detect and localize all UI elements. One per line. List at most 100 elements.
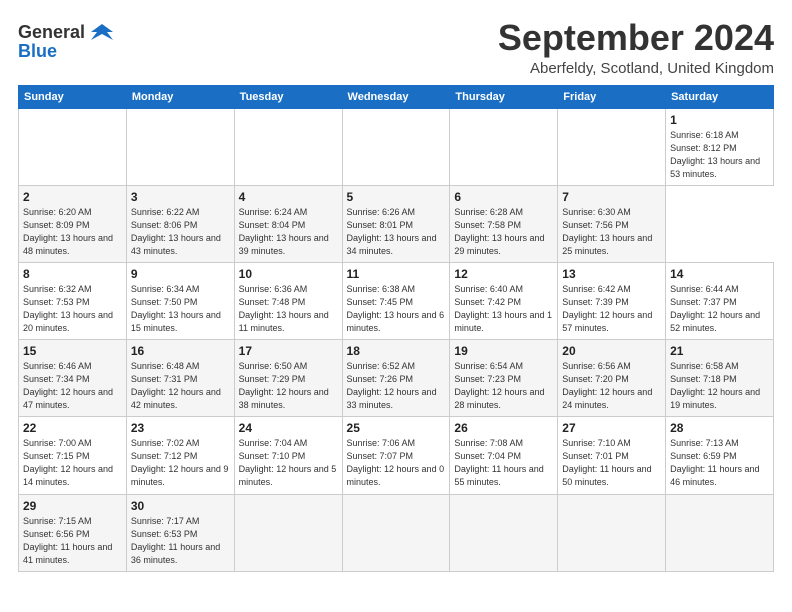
location: Aberfeldy, Scotland, United Kingdom	[498, 60, 774, 77]
table-row: 6Sunrise: 6:28 AMSunset: 7:58 PMDaylight…	[450, 185, 558, 262]
day-info: Sunrise: 7:06 AMSunset: 7:07 PMDaylight:…	[347, 437, 446, 489]
table-row	[558, 108, 666, 185]
table-row	[558, 494, 666, 571]
day-info: Sunrise: 7:08 AMSunset: 7:04 PMDaylight:…	[454, 437, 553, 489]
table-row: 4 Sunrise: 6:24 AMSunset: 8:04 PMDaylight…	[234, 185, 342, 262]
day-number: 8	[23, 267, 122, 281]
day-info: Sunrise: 6:38 AMSunset: 7:45 PMDaylight:…	[347, 283, 446, 335]
day-number: 6	[454, 190, 553, 204]
day-info: Sunrise: 6:30 AMSunset: 7:56 PMDaylight:…	[562, 206, 661, 258]
table-row: 17 Sunrise: 6:50 AMSunset: 7:29 PMDayligh…	[234, 340, 342, 417]
table-row	[126, 108, 234, 185]
table-row: 30 Sunrise: 7:17 AMSunset: 6:53 PMDayligh…	[126, 494, 234, 571]
day-number: 12	[454, 267, 553, 281]
day-info: Sunrise: 7:02 AMSunset: 7:12 PMDaylight:…	[131, 437, 230, 489]
day-number: 18	[347, 344, 446, 358]
day-number: 17	[239, 344, 338, 358]
day-number: 23	[131, 421, 230, 435]
table-row: 28 Sunrise: 7:13 AMSunset: 6:59 PMDayligh…	[666, 417, 774, 494]
day-number: 22	[23, 421, 122, 435]
day-number: 14	[670, 267, 769, 281]
logo-text-blue: Blue	[18, 42, 113, 62]
day-number: 15	[23, 344, 122, 358]
col-thursday: Thursday	[450, 85, 558, 108]
col-wednesday: Wednesday	[342, 85, 450, 108]
table-row: 8 Sunrise: 6:32 AMSunset: 7:53 PMDaylight…	[19, 262, 127, 339]
col-sunday: Sunday	[19, 85, 127, 108]
table-row: 20 Sunrise: 6:56 AMSunset: 7:20 PMDayligh…	[558, 340, 666, 417]
day-number: 25	[347, 421, 446, 435]
table-row	[234, 108, 342, 185]
month-title: September 2024	[498, 18, 774, 58]
day-info: Sunrise: 6:54 AMSunset: 7:23 PMDaylight:…	[454, 360, 553, 412]
day-number: 19	[454, 344, 553, 358]
day-info: Sunrise: 6:56 AMSunset: 7:20 PMDaylight:…	[562, 360, 661, 412]
table-row: 21Sunrise: 6:58 AMSunset: 7:18 PMDayligh…	[666, 340, 774, 417]
day-number: 20	[562, 344, 661, 358]
day-number: 9	[131, 267, 230, 281]
day-info: Sunrise: 6:42 AMSunset: 7:39 PMDaylight:…	[562, 283, 661, 335]
table-row: 1Sunrise: 6:18 AMSunset: 8:12 PMDaylight…	[666, 108, 774, 185]
table-row: 14Sunrise: 6:44 AMSunset: 7:37 PMDayligh…	[666, 262, 774, 339]
day-number: 28	[670, 421, 769, 435]
day-number: 13	[562, 267, 661, 281]
table-row: 3 Sunrise: 6:22 AMSunset: 8:06 PMDaylight…	[126, 185, 234, 262]
calendar-page: General Blue September 2024 Aberfeldy, S…	[0, 0, 792, 612]
day-info: Sunrise: 6:22 AMSunset: 8:06 PMDaylight:…	[131, 206, 230, 258]
table-row: 29 Sunrise: 7:15 AMSunset: 6:56 PMDayligh…	[19, 494, 127, 571]
table-row	[666, 494, 774, 571]
table-row	[19, 108, 127, 185]
day-info: Sunrise: 6:20 AMSunset: 8:09 PMDaylight:…	[23, 206, 122, 258]
col-tuesday: Tuesday	[234, 85, 342, 108]
table-row: 16Sunrise: 6:48 AMSunset: 7:31 PMDayligh…	[126, 340, 234, 417]
day-info: Sunrise: 6:24 AMSunset: 8:04 PMDaylight:…	[239, 206, 338, 258]
table-row	[234, 494, 342, 571]
table-row: 23 Sunrise: 7:02 AMSunset: 7:12 PMDayligh…	[126, 417, 234, 494]
table-row: 24Sunrise: 7:04 AMSunset: 7:10 PMDayligh…	[234, 417, 342, 494]
table-row: 2Sunrise: 6:20 AMSunset: 8:09 PMDaylight…	[19, 185, 127, 262]
table-row: 18 Sunrise: 6:52 AMSunset: 7:26 PMDayligh…	[342, 340, 450, 417]
calendar-week-row: 22Sunrise: 7:00 AMSunset: 7:15 PMDayligh…	[19, 417, 774, 494]
col-monday: Monday	[126, 85, 234, 108]
table-row: 5Sunrise: 6:26 AMSunset: 8:01 PMDaylight…	[342, 185, 450, 262]
table-row: 7 Sunrise: 6:30 AMSunset: 7:56 PMDaylight…	[558, 185, 666, 262]
day-number: 29	[23, 499, 122, 513]
calendar-week-row: 15 Sunrise: 6:46 AMSunset: 7:34 PMDayligh…	[19, 340, 774, 417]
day-number: 11	[347, 267, 446, 281]
table-row	[450, 108, 558, 185]
logo-text-general: General	[18, 22, 85, 42]
col-friday: Friday	[558, 85, 666, 108]
day-number: 16	[131, 344, 230, 358]
table-row	[342, 108, 450, 185]
day-info: Sunrise: 6:36 AMSunset: 7:48 PMDaylight:…	[239, 283, 338, 335]
day-number: 30	[131, 499, 230, 513]
table-row	[450, 494, 558, 571]
day-number: 5	[347, 190, 446, 204]
day-number: 7	[562, 190, 661, 204]
logo: General Blue	[18, 22, 113, 62]
day-number: 3	[131, 190, 230, 204]
day-info: Sunrise: 6:32 AMSunset: 7:53 PMDaylight:…	[23, 283, 122, 335]
day-info: Sunrise: 6:50 AMSunset: 7:29 PMDaylight:…	[239, 360, 338, 412]
table-row: 15 Sunrise: 6:46 AMSunset: 7:34 PMDayligh…	[19, 340, 127, 417]
day-number: 24	[239, 421, 338, 435]
table-row: 9 Sunrise: 6:34 AMSunset: 7:50 PMDaylight…	[126, 262, 234, 339]
calendar-week-row: 29 Sunrise: 7:15 AMSunset: 6:56 PMDayligh…	[19, 494, 774, 571]
table-row: 11 Sunrise: 6:38 AMSunset: 7:45 PMDayligh…	[342, 262, 450, 339]
table-row: 10 Sunrise: 6:36 AMSunset: 7:48 PMDayligh…	[234, 262, 342, 339]
day-info: Sunrise: 6:52 AMSunset: 7:26 PMDaylight:…	[347, 360, 446, 412]
table-row: 26Sunrise: 7:08 AMSunset: 7:04 PMDayligh…	[450, 417, 558, 494]
day-info: Sunrise: 7:17 AMSunset: 6:53 PMDaylight:…	[131, 515, 230, 567]
table-row: 27Sunrise: 7:10 AMSunset: 7:01 PMDayligh…	[558, 417, 666, 494]
logo-bird-icon	[91, 22, 113, 44]
calendar-table: Sunday Monday Tuesday Wednesday Thursday…	[18, 85, 774, 572]
calendar-week-row: 2Sunrise: 6:20 AMSunset: 8:09 PMDaylight…	[19, 185, 774, 262]
day-info: Sunrise: 6:18 AMSunset: 8:12 PMDaylight:…	[670, 129, 769, 181]
day-number: 4	[239, 190, 338, 204]
day-info: Sunrise: 7:15 AMSunset: 6:56 PMDaylight:…	[23, 515, 122, 567]
day-info: Sunrise: 6:34 AMSunset: 7:50 PMDaylight:…	[131, 283, 230, 335]
day-number: 10	[239, 267, 338, 281]
day-info: Sunrise: 6:46 AMSunset: 7:34 PMDaylight:…	[23, 360, 122, 412]
page-header: General Blue September 2024 Aberfeldy, S…	[18, 18, 774, 77]
day-info: Sunrise: 7:13 AMSunset: 6:59 PMDaylight:…	[670, 437, 769, 489]
